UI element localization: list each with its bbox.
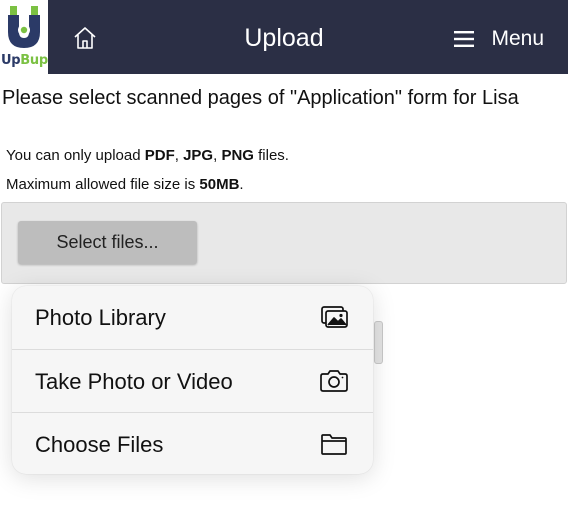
- select-files-button[interactable]: Select files...: [18, 221, 197, 264]
- app-header: UpBup Upload Menu: [0, 0, 568, 74]
- hamburger-icon: [454, 31, 475, 47]
- upbup-logo[interactable]: UpBup: [0, 0, 48, 74]
- menu-button[interactable]: Menu: [454, 26, 544, 52]
- menu-item-label: Take Photo or Video: [35, 369, 233, 394]
- menu-item-photo-library[interactable]: Photo Library: [12, 286, 373, 349]
- logo-u-icon: [8, 6, 40, 48]
- camera-icon: [320, 370, 348, 392]
- upload-instruction: Please select scanned pages of "Applicat…: [2, 87, 519, 109]
- allowed-formats-note: You can only upload PDF, JPG, PNG files.: [6, 147, 289, 164]
- photo-library-icon: [321, 306, 348, 328]
- menu-item-choose-files[interactable]: Choose Files: [12, 412, 373, 474]
- menu-item-label: Choose Files: [35, 432, 164, 457]
- hidden-button-edge: [374, 321, 383, 364]
- menu-label: Menu: [491, 27, 544, 50]
- file-source-menu: Photo Library Take Photo or Video Choose…: [12, 286, 373, 474]
- menu-item-take-photo[interactable]: Take Photo or Video: [12, 349, 373, 412]
- menu-item-label: Photo Library: [35, 305, 166, 330]
- home-icon[interactable]: [72, 25, 98, 51]
- folder-icon: [321, 434, 347, 455]
- max-size-note: Maximum allowed file size is 50MB.: [6, 176, 244, 193]
- logo-wordmark: UpBup: [1, 53, 48, 68]
